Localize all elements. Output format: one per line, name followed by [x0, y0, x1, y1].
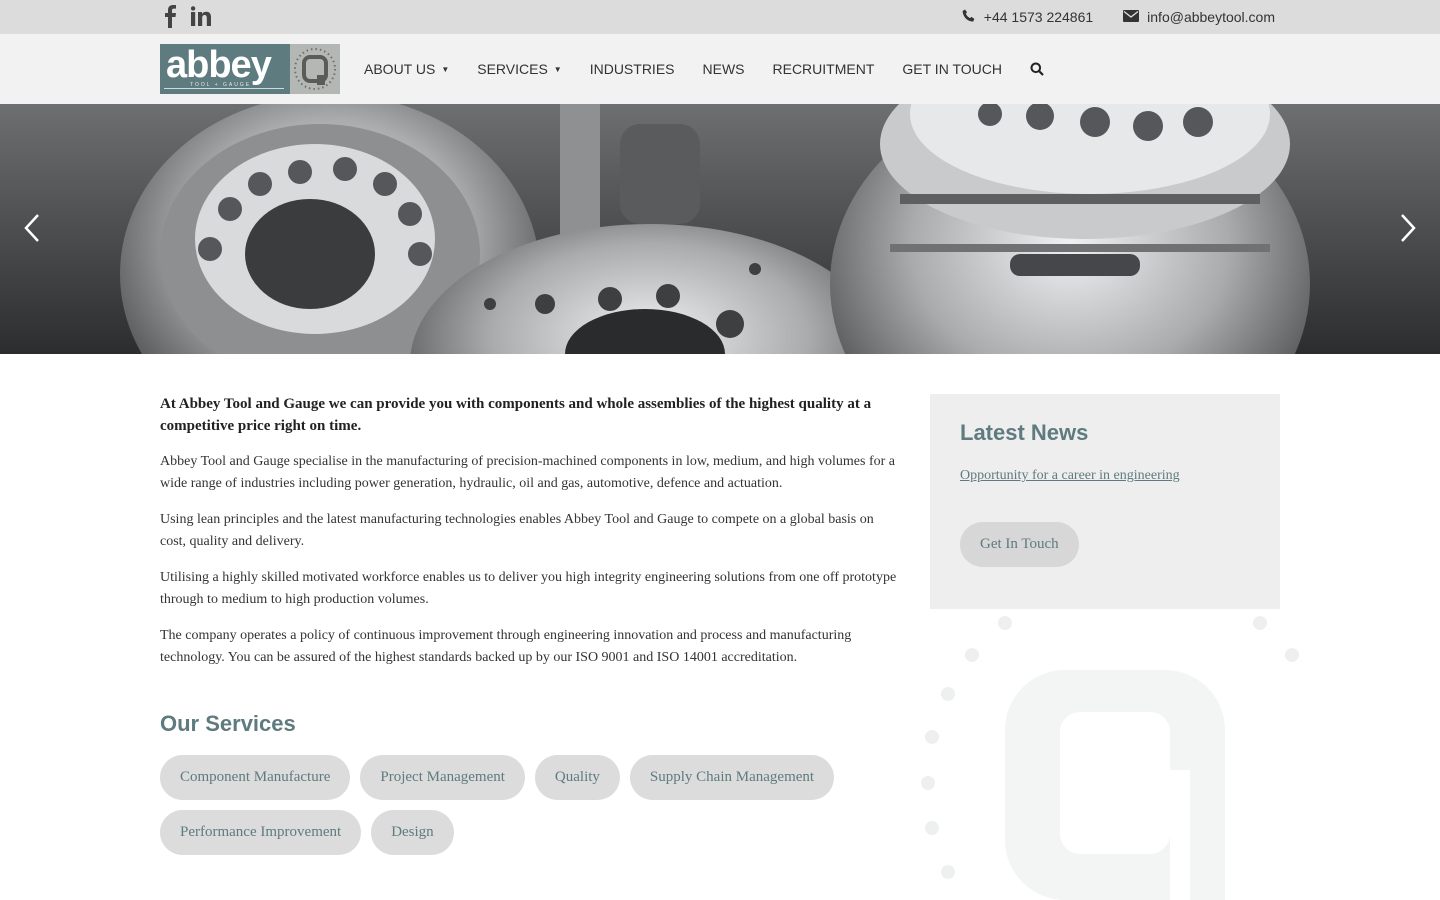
- email-address: info@abbeytool.com: [1147, 9, 1275, 25]
- latest-news-panel: Latest News Opportunity for a career in …: [930, 394, 1280, 609]
- nav-about-us-label: ABOUT US: [364, 61, 436, 77]
- nav-get-in-touch-label: GET IN TOUCH: [902, 61, 1002, 77]
- envelope-icon: [1123, 9, 1140, 25]
- caret-down-icon: ▼: [441, 64, 450, 74]
- paragraph: Using lean principles and the latest man…: [160, 512, 874, 549]
- latest-news-title: Latest News: [960, 420, 1089, 445]
- linkedin-icon[interactable]: [191, 6, 211, 26]
- top-bar: +44 1573 224861 info@abbeytool.com: [0, 0, 1440, 34]
- news-article-link[interactable]: Opportunity for a career in engineering: [960, 468, 1180, 484]
- nav-news-label: NEWS: [702, 61, 745, 77]
- phone-icon: [962, 9, 976, 26]
- hero-slider: [0, 104, 1440, 354]
- caret-down-icon: ▼: [553, 64, 562, 74]
- services-list: Component Manufacture Project Management…: [160, 755, 902, 855]
- service-project-management-button[interactable]: Project Management: [360, 755, 525, 800]
- logo-ruler: [164, 88, 284, 91]
- nav-get-in-touch[interactable]: GET IN TOUCH: [902, 61, 1002, 77]
- logo-wordmark: abbey: [166, 44, 272, 86]
- slider-next-chevron-right-icon[interactable]: [1396, 212, 1420, 244]
- paragraph: The company operates a policy of continu…: [160, 628, 852, 665]
- service-component-manufacture-button[interactable]: Component Manufacture: [160, 755, 351, 800]
- search-icon[interactable]: [1030, 62, 1044, 76]
- nav-news[interactable]: NEWS: [703, 61, 745, 77]
- social-links: [163, 4, 211, 28]
- paragraph: Abbey Tool and Gauge specialise in the m…: [160, 454, 895, 491]
- service-performance-improvement-button[interactable]: Performance Improvement: [160, 810, 362, 855]
- logo-badge: [290, 44, 340, 94]
- get-in-touch-button[interactable]: Get In Touch: [960, 522, 1079, 567]
- main-nav: ABOUT US ▼ SERVICES ▼ INDUSTRIES NEWS RE…: [364, 34, 1044, 104]
- service-supply-chain-management-button[interactable]: Supply Chain Management: [629, 755, 835, 800]
- main-content: At Abbey Tool and Gauge we can provide y…: [160, 393, 902, 855]
- email-contact[interactable]: info@abbeytool.com: [1123, 9, 1275, 25]
- phone-contact[interactable]: +44 1573 224861: [962, 9, 1093, 26]
- site-header: abbey TOOL + GAUGE ABOUT US ▼ SERVICES ▼…: [0, 34, 1440, 104]
- nav-services-label: SERVICES: [477, 61, 548, 77]
- nav-services[interactable]: SERVICES ▼: [477, 61, 561, 77]
- phone-number: +44 1573 224861: [983, 9, 1094, 25]
- nav-industries-label: INDUSTRIES: [589, 61, 675, 77]
- nav-recruitment-label: RECRUITMENT: [772, 61, 875, 77]
- service-design-button[interactable]: Design: [371, 810, 454, 855]
- intro-text: At Abbey Tool and Gauge we can provide y…: [160, 396, 872, 434]
- paragraph: Utilising a highly skilled motivated wor…: [160, 570, 897, 607]
- nav-about-us[interactable]: ABOUT US ▼: [364, 61, 449, 77]
- hero-image: [0, 104, 1440, 354]
- slider-prev-chevron-left-icon[interactable]: [20, 212, 44, 244]
- facebook-icon[interactable]: [163, 4, 177, 28]
- contact-info: +44 1573 224861 info@abbeytool.com: [962, 0, 1275, 34]
- nav-recruitment[interactable]: RECRUITMENT: [773, 61, 875, 77]
- nav-industries[interactable]: INDUSTRIES: [590, 61, 675, 77]
- logo[interactable]: abbey TOOL + GAUGE: [160, 44, 340, 94]
- services-title: Our Services: [160, 711, 296, 736]
- service-quality-button[interactable]: Quality: [534, 755, 620, 800]
